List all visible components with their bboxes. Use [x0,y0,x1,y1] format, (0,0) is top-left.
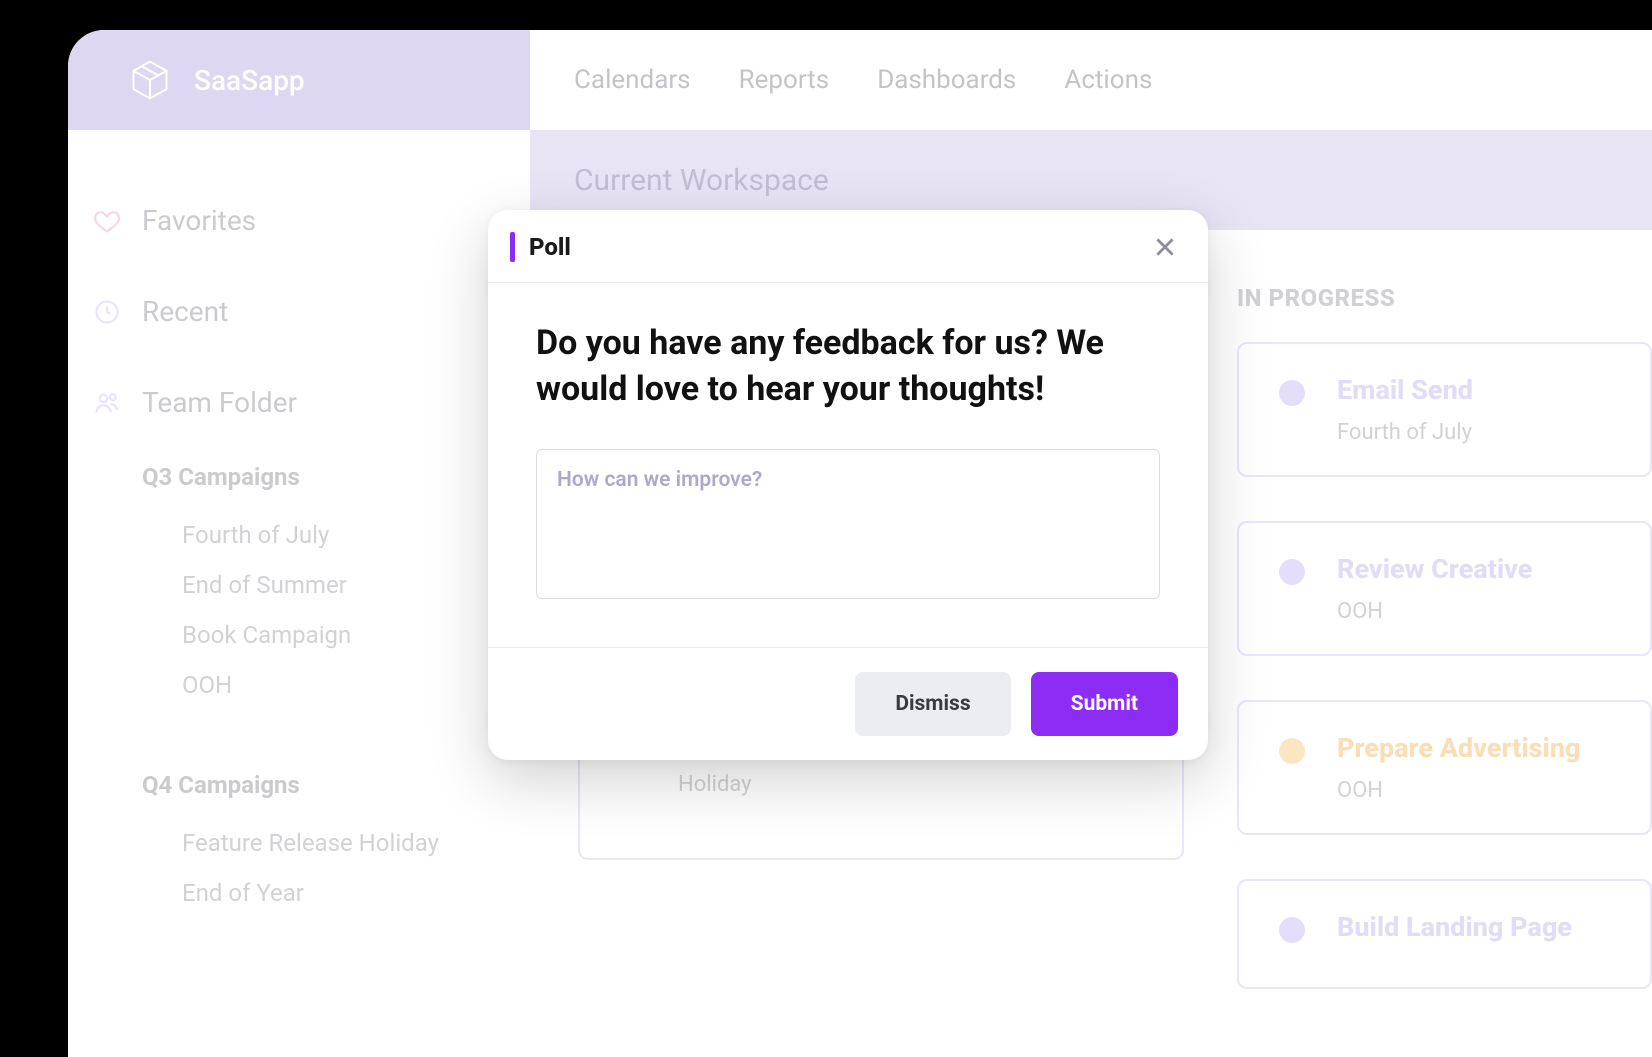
sidebar-recent[interactable]: Recent [92,281,506,342]
sidebar-group-q4-title[interactable]: Q4 Campaigns [142,771,506,799]
brand-bar: SaaSapp [68,30,530,130]
dismiss-button[interactable]: Dismiss [855,672,1010,736]
status-dot-icon [1279,559,1305,585]
sidebar-item-feature-release-holiday[interactable]: Feature Release Holiday [182,829,506,857]
sidebar: Favorites Recent Team Folder Q3 Campaign… [68,130,530,1057]
brand-name: SaaSapp [194,64,305,97]
card-title: Build Landing Page [1337,911,1572,943]
sidebar-group-q3-title[interactable]: Q3 Campaigns [142,463,506,491]
poll-modal: Poll Do you have any feedback for us? We… [488,210,1208,760]
workspace-label: Current Workspace [574,163,829,198]
card-email-send[interactable]: Email Send Fourth of July [1237,342,1652,477]
clock-icon [92,297,122,327]
sidebar-item-book-campaign[interactable]: Book Campaign [182,621,506,649]
status-dot-icon [1279,380,1305,406]
nav-calendars[interactable]: Calendars [574,65,691,95]
card-sub: OOH [1337,599,1532,624]
sidebar-team-folder[interactable]: Team Folder [92,372,506,433]
app-window: SaaSapp Calendars Reports Dashboards Act… [68,30,1652,1057]
modal-body: Do you have any feedback for us? We woul… [488,283,1208,647]
sidebar-item-ooh[interactable]: OOH [182,671,506,699]
feedback-textarea[interactable] [536,449,1160,599]
status-dot-icon [1279,738,1305,764]
sidebar-item-end-of-year[interactable]: End of Year [182,879,506,907]
column-header-in-progress: IN PROGRESS [1237,284,1652,312]
modal-header: Poll [488,210,1208,283]
sidebar-item-end-of-summer[interactable]: End of Summer [182,571,506,599]
cube-logo-icon [128,58,172,102]
card-sub: Holiday [678,772,752,797]
modal-footer: Dismiss Submit [488,647,1208,760]
submit-button[interactable]: Submit [1031,672,1178,736]
close-icon [1152,234,1178,260]
users-icon [92,388,122,418]
card-title: Review Creative [1337,553,1532,585]
sidebar-favorites-label: Favorites [142,204,256,237]
card-sub: OOH [1337,778,1581,803]
modal-accent-bar [510,232,515,262]
top-nav: Calendars Reports Dashboards Actions [530,30,1652,130]
sidebar-recent-label: Recent [142,295,228,328]
sidebar-favorites[interactable]: Favorites [92,190,506,251]
close-button[interactable] [1148,230,1182,264]
heart-icon [92,206,122,236]
card-review-creative[interactable]: Review Creative OOH [1237,521,1652,656]
status-dot-icon [1279,917,1305,943]
nav-actions[interactable]: Actions [1064,65,1152,95]
nav-reports[interactable]: Reports [739,65,830,95]
card-sub: Fourth of July [1337,420,1473,445]
board-column-in-progress: IN PROGRESS Email Send Fourth of July Re… [1237,260,1652,1033]
modal-title: Poll [529,233,571,261]
nav-dashboards[interactable]: Dashboards [877,65,1016,95]
card-build-landing-page[interactable]: Build Landing Page [1237,879,1652,989]
sidebar-item-fourth-of-july[interactable]: Fourth of July [182,521,506,549]
card-title: Prepare Advertising [1337,732,1581,764]
modal-question: Do you have any feedback for us? We woul… [536,321,1160,413]
card-prepare-advertising[interactable]: Prepare Advertising OOH [1237,700,1652,835]
sidebar-team-folder-label: Team Folder [142,386,297,419]
card-title: Email Send [1337,374,1473,406]
